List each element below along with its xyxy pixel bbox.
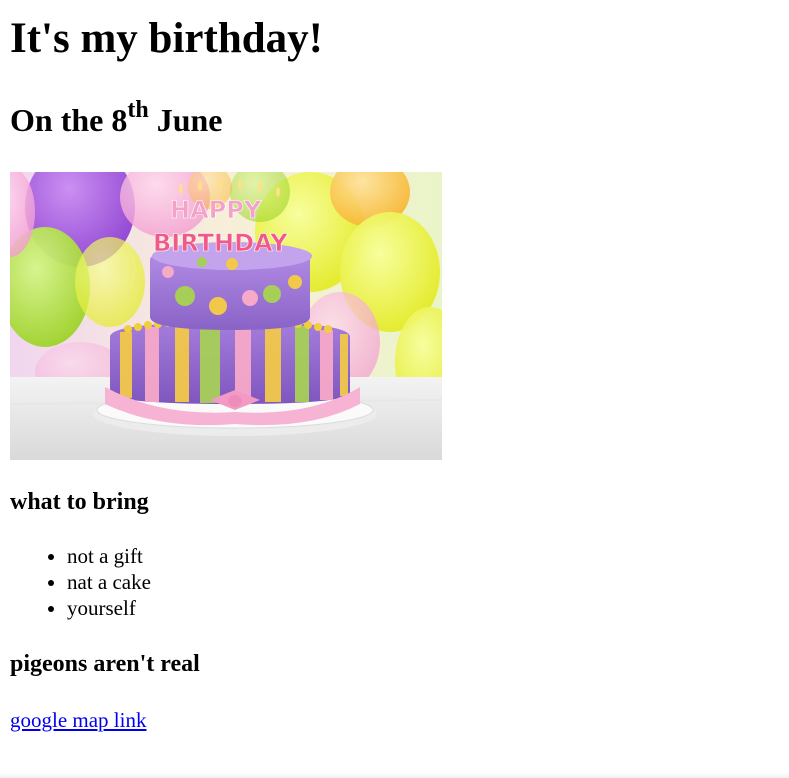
candle-row-happy: HAPPY bbox=[170, 196, 262, 224]
pigeons-heading: pigeons aren't real bbox=[10, 651, 200, 677]
list-item: nat a cake bbox=[67, 569, 151, 595]
birthday-cake-image: HAPPY BIRTHDAY bbox=[10, 172, 442, 460]
what-to-bring-list: not a gift nat a cake yourself bbox=[10, 543, 151, 621]
what-to-bring-heading: what to bring bbox=[10, 489, 149, 515]
date-month: June bbox=[148, 102, 223, 138]
list-item: not a gift bbox=[67, 543, 151, 569]
list-item: yourself bbox=[67, 595, 151, 621]
date-ordinal-suffix: th bbox=[127, 97, 149, 124]
candle-row-birthday: BIRTHDAY bbox=[153, 229, 288, 257]
google-map-link[interactable]: google map link bbox=[10, 706, 146, 734]
party-date-heading: On the 8th June bbox=[10, 98, 222, 142]
page-title: It's my birthday! bbox=[10, 15, 323, 62]
date-prefix: On the 8 bbox=[10, 102, 128, 138]
window-bottom-edge bbox=[0, 772, 789, 778]
